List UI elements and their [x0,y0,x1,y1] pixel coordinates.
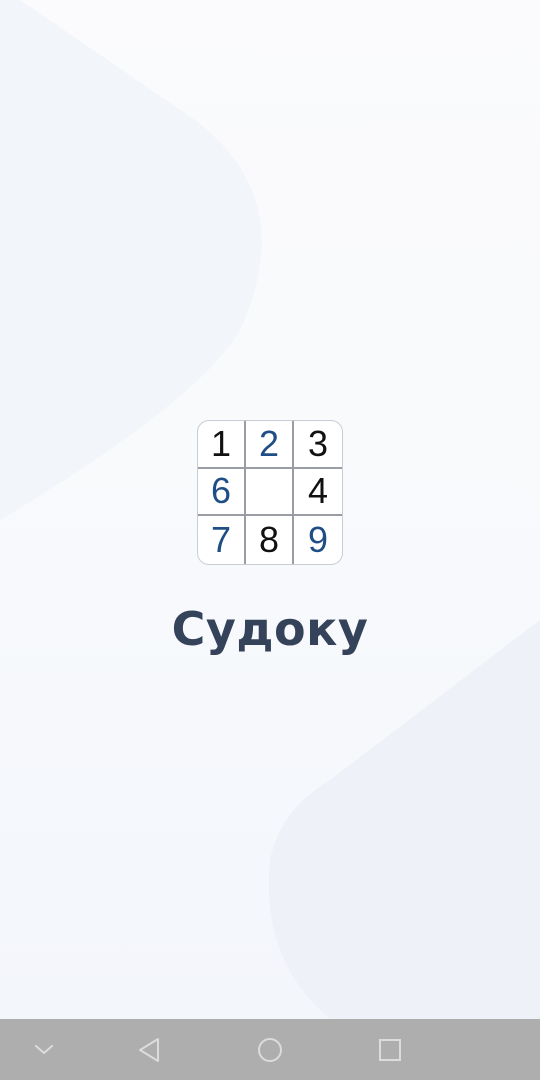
chevron-down-icon [35,1044,53,1054]
logo-cell: 7 [198,516,246,564]
logo-cell: 8 [246,516,294,564]
hide-nav-button[interactable] [14,1019,74,1080]
back-button[interactable] [119,1019,179,1080]
logo-cell: 2 [246,421,294,469]
app-title: Судоку [171,602,369,656]
home-circle-icon [258,1037,282,1062]
recents-button[interactable] [360,1019,420,1080]
splash-screen: 1 2 3 6 4 7 8 9 Судоку [0,0,540,1019]
recents-square-icon [379,1038,401,1061]
sudoku-logo: 1 2 3 6 4 7 8 9 [197,420,343,565]
logo-cell: 1 [198,421,246,469]
logo-cell: 9 [307,519,329,561]
logo-cell: 3 [294,421,342,469]
system-navigation-bar [0,1019,540,1080]
logo-cell-empty [246,468,294,517]
back-triangle-icon [139,1037,159,1062]
logo-cell: 6 [198,468,246,517]
home-button[interactable] [240,1019,300,1080]
logo-cell: 4 [294,469,342,517]
